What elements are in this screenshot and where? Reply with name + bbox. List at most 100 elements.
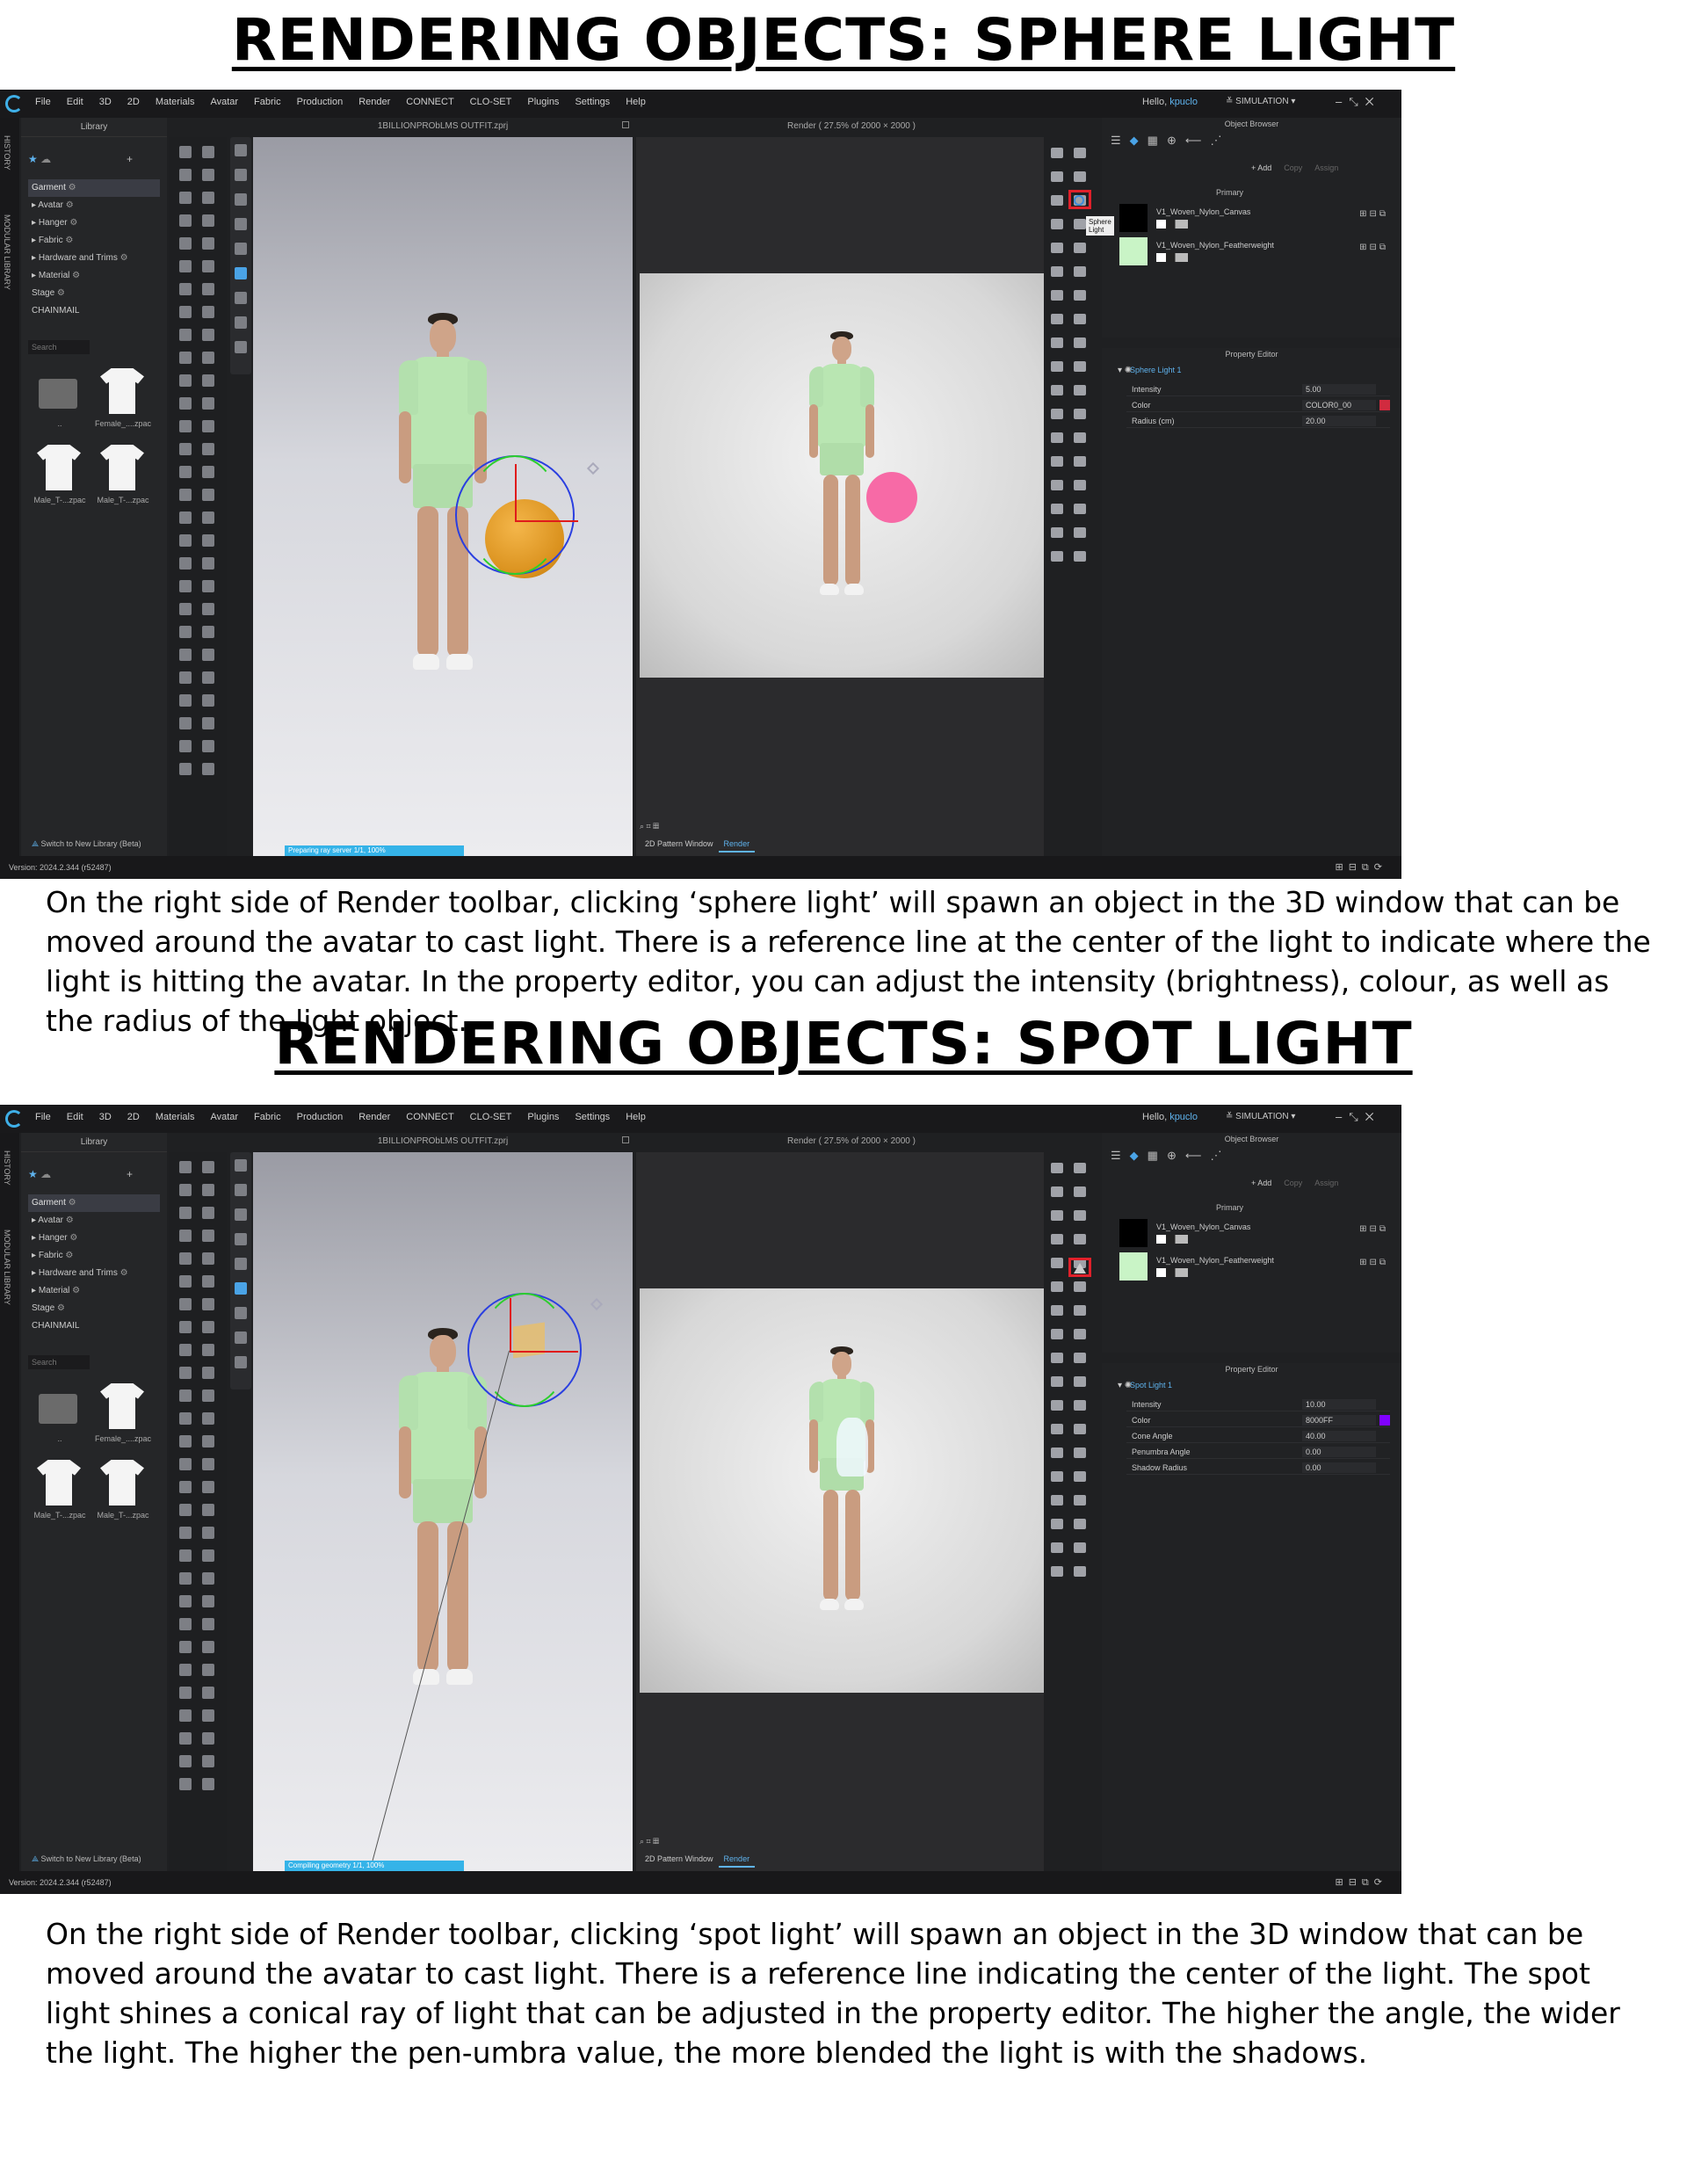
3d-tool-button[interactable]	[202, 626, 214, 638]
render-tool-button[interactable]	[1074, 1234, 1086, 1244]
3d-tool-button[interactable]	[202, 1184, 214, 1196]
menu-item-render[interactable]: Render	[358, 1112, 390, 1122]
3d-tool-button[interactable]	[202, 1389, 214, 1402]
render-tool-button[interactable]	[1051, 314, 1063, 324]
3d-tool-button[interactable]	[179, 534, 192, 547]
render-tool-button[interactable]	[1074, 1495, 1086, 1506]
3d-tool-button[interactable]	[179, 1572, 192, 1585]
menu-item-connect[interactable]: CONNECT	[406, 97, 453, 107]
3d-tool-button[interactable]	[202, 694, 214, 707]
grid-icon[interactable]: ▦	[1148, 134, 1167, 147]
3d-tool-button[interactable]	[202, 557, 214, 570]
expand-arrow-icon[interactable]: ▸	[32, 218, 39, 228]
menu-item-render[interactable]: Render	[358, 97, 390, 107]
fabric-list-item[interactable]: V1_Woven_Nylon_Canvas ⊞⊟⧉	[1119, 1219, 1392, 1251]
render-tool-button[interactable]	[1074, 1353, 1086, 1363]
3d-tool-button[interactable]	[179, 1709, 192, 1722]
render-tool-button[interactable]	[1051, 266, 1063, 277]
gizmo-x-axis[interactable]	[515, 520, 578, 522]
3d-tool-button[interactable]	[202, 1458, 214, 1470]
3d-tool-button[interactable]	[179, 1549, 192, 1562]
3d-tool-button[interactable]	[202, 1527, 214, 1539]
render-tool-button[interactable]	[1051, 1329, 1063, 1339]
list-icon[interactable]: ☰	[1111, 134, 1130, 147]
menu-item-settings[interactable]: Settings	[575, 97, 610, 107]
render-tool-button[interactable]	[1051, 385, 1063, 395]
render-tool-button[interactable]	[1074, 1448, 1086, 1458]
3d-tool-button[interactable]	[179, 306, 192, 318]
menu-item-file[interactable]: File	[35, 1112, 51, 1122]
render-tool-button[interactable]	[1074, 1329, 1086, 1339]
tab-modular-library[interactable]: MODULAR LIBRARY	[3, 1230, 11, 1305]
render-tool-button[interactable]	[1051, 337, 1063, 348]
3d-viewport[interactable]	[253, 1152, 633, 1894]
3d-tool-button[interactable]	[202, 671, 214, 684]
expand-arrow-icon[interactable]: ▸	[32, 253, 39, 263]
library-file[interactable]: ..	[28, 368, 91, 434]
library-tree-item[interactable]: Garment ⚙	[28, 1194, 160, 1212]
3d-tool-button[interactable]	[179, 1252, 192, 1265]
menu-item-fabric[interactable]: Fabric	[254, 1112, 281, 1122]
simulation-mode-toggle[interactable]: ≚ SIMULATION ▾	[1226, 1112, 1295, 1121]
3d-tool-button[interactable]	[202, 1709, 214, 1722]
render-tool-button[interactable]	[1051, 551, 1063, 562]
button-icon[interactable]: ⊕	[1167, 1149, 1185, 1162]
expand-arrow-icon[interactable]: ▸	[32, 1233, 39, 1243]
viewport-tool-button[interactable]	[235, 243, 247, 255]
tab-history[interactable]: HISTORY	[3, 135, 11, 171]
render-tool-button[interactable]	[1051, 1258, 1063, 1268]
menu-item-materials[interactable]: Materials	[156, 97, 195, 107]
menu-item-help[interactable]: Help	[626, 97, 646, 107]
library-tree-item[interactable]: ▸ Hardware and Trims ⚙	[28, 250, 160, 267]
render-tool-button[interactable]	[1051, 1566, 1063, 1577]
property-value-field[interactable]: 20.00	[1302, 416, 1376, 426]
render-tool-button[interactable]	[1051, 290, 1063, 301]
close-icon[interactable]: ✕	[1365, 95, 1381, 108]
render-tool-button[interactable]	[1074, 1471, 1086, 1482]
3d-tool-button[interactable]	[179, 1641, 192, 1653]
expand-arrow-icon[interactable]: ▸	[32, 271, 39, 280]
render-tool-button[interactable]	[1051, 1210, 1063, 1221]
3d-tool-button[interactable]	[179, 671, 192, 684]
3d-tool-button[interactable]	[179, 237, 192, 250]
render-tool-button[interactable]	[1074, 243, 1086, 253]
fabric-row-actions-icon[interactable]: ⊞⊟⧉	[1359, 243, 1388, 252]
render-tool-button[interactable]	[1074, 432, 1086, 443]
menu-item-fabric[interactable]: Fabric	[254, 97, 281, 107]
render-tool-button[interactable]	[1074, 1400, 1086, 1411]
fabric-row-actions-icon[interactable]: ⊞⊟⧉	[1359, 209, 1388, 219]
topstitch-icon[interactable]: ⋰	[1211, 134, 1231, 147]
3d-tool-button[interactable]	[179, 1161, 192, 1173]
assign-fabric-button[interactable]: Assign	[1314, 163, 1338, 172]
3d-tool-button[interactable]	[202, 512, 214, 524]
viewport-tool-button[interactable]	[235, 316, 247, 329]
render-tool-button[interactable]	[1051, 527, 1063, 538]
property-value-field[interactable]: 5.00	[1302, 384, 1376, 395]
render-tool-button[interactable]	[1074, 1163, 1086, 1173]
menu-item-2d[interactable]: 2D	[127, 1112, 140, 1122]
library-tree-item[interactable]: ▸ Hanger ⚙	[28, 214, 160, 232]
sphere-light-icon[interactable]	[1074, 195, 1084, 206]
library-tree-item[interactable]: ▸ Fabric ⚙	[28, 232, 160, 250]
render-tool-button[interactable]	[1051, 1495, 1063, 1506]
3d-tool-button[interactable]	[179, 1367, 192, 1379]
3d-tool-button[interactable]	[179, 192, 192, 204]
library-tree-item[interactable]: Stage ⚙	[28, 285, 160, 302]
render-tool-button[interactable]	[1051, 1234, 1063, 1244]
3d-tool-button[interactable]	[202, 1572, 214, 1585]
3d-tool-button[interactable]	[202, 397, 214, 410]
3d-tool-button[interactable]	[179, 512, 192, 524]
viewport-expand-icon[interactable]	[622, 121, 629, 128]
3d-tool-button[interactable]	[179, 1435, 192, 1448]
render-tool-button[interactable]	[1074, 1566, 1086, 1577]
3d-tool-button[interactable]	[202, 374, 214, 387]
3d-tool-button[interactable]	[202, 1321, 214, 1333]
render-tool-button[interactable]	[1074, 1376, 1086, 1387]
render-tool-button[interactable]	[1074, 266, 1086, 277]
3d-tool-button[interactable]	[179, 466, 192, 478]
3d-tool-button[interactable]	[179, 352, 192, 364]
tab-2d-pattern-window[interactable]: 2D Pattern Window	[640, 837, 719, 851]
3d-viewport[interactable]	[253, 137, 633, 856]
3d-tool-button[interactable]	[202, 1161, 214, 1173]
library-tree-item[interactable]: ▸ Avatar ⚙	[28, 1212, 160, 1230]
